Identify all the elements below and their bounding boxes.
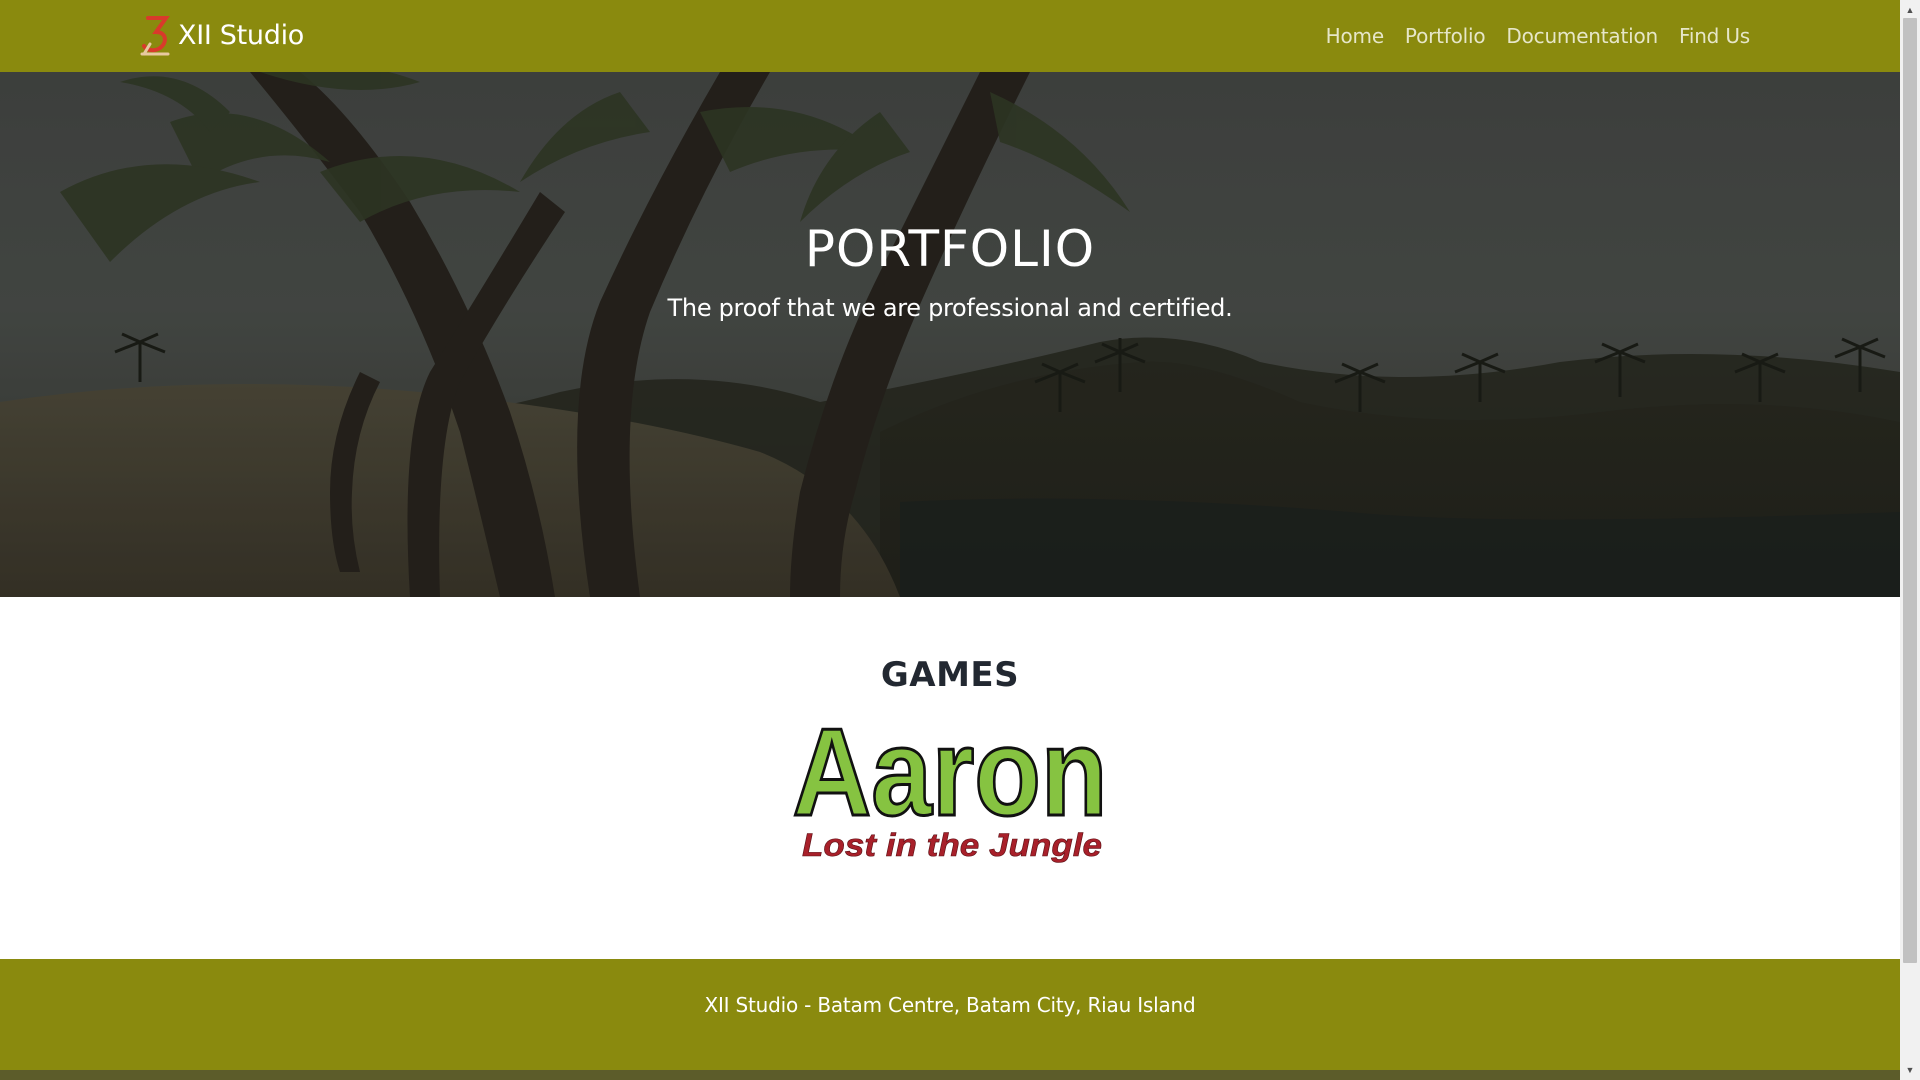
nav-link-documentation[interactable]: Documentation xyxy=(1506,24,1658,48)
chevron-down-icon[interactable]: ▼ xyxy=(1900,1062,1920,1078)
page-subtitle: The proof that we are professional and c… xyxy=(667,294,1233,322)
chevron-up-icon[interactable]: ▲ xyxy=(1900,2,1920,18)
footer: XII Studio - Batam Centre, Batam City, R… xyxy=(0,959,1900,1070)
vertical-scrollbar[interactable]: ▲ ▼ xyxy=(1900,0,1920,1080)
bottom-strip xyxy=(0,1070,1900,1080)
brand-name: XII Studio xyxy=(178,19,305,51)
scrollbar-thumb[interactable] xyxy=(1903,18,1917,963)
nav-link-portfolio[interactable]: Portfolio xyxy=(1405,24,1486,48)
hero-banner: PORTFOLIO The proof that we are professi… xyxy=(0,72,1900,597)
footer-address: XII Studio - Batam Centre, Batam City, R… xyxy=(704,993,1196,1017)
game-logo-image: Aaron Lost in the Jungle xyxy=(791,703,1109,864)
top-navbar: XII Studio Home Portfolio Documentation … xyxy=(0,0,1900,72)
nav-link-home[interactable]: Home xyxy=(1326,24,1384,48)
game-logo-aaron[interactable]: Aaron Lost in the Jungle xyxy=(785,703,1115,875)
page: XII Studio Home Portfolio Documentation … xyxy=(0,0,1900,1080)
xii-studio-logo-icon xyxy=(140,16,170,56)
jungle-background-image xyxy=(0,72,1900,597)
brand-link[interactable]: XII Studio xyxy=(138,14,304,56)
game-title: Aaron xyxy=(793,715,1108,842)
page-title: PORTFOLIO xyxy=(804,220,1096,278)
nav-link-find-us[interactable]: Find Us xyxy=(1679,24,1750,48)
games-section-heading: GAMES xyxy=(880,655,1020,695)
nav-links: Home Portfolio Documentation Find Us xyxy=(1305,0,1751,72)
game-subtitle: Lost in the Jungle xyxy=(802,827,1102,863)
